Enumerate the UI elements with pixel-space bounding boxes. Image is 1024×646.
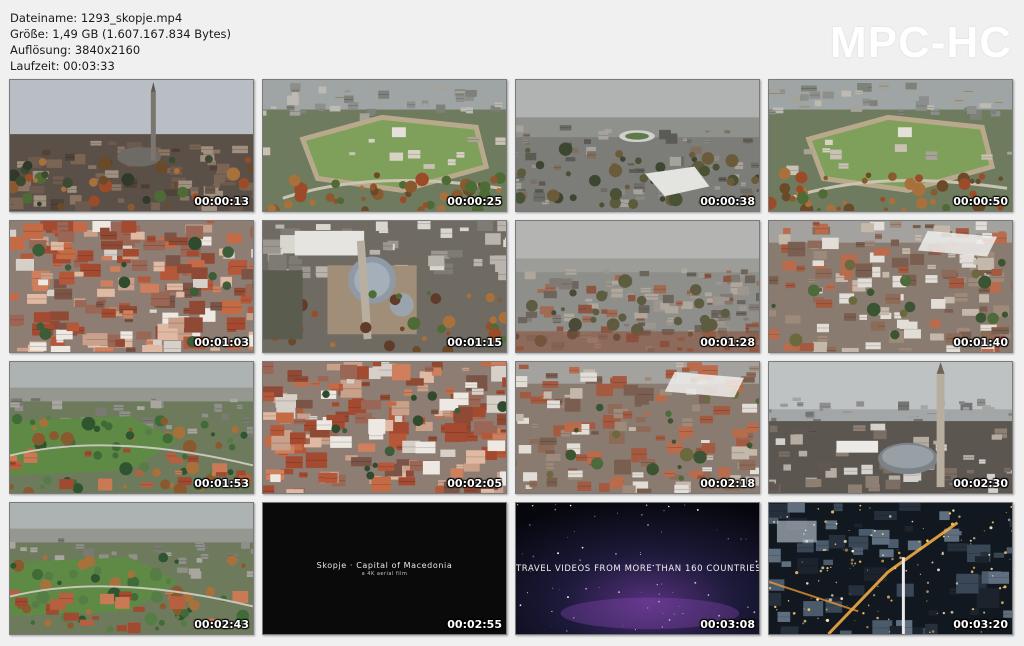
thumbnail-timestamp: 00:01:28	[700, 336, 755, 349]
thumbnail-timestamp: 00:02:05	[447, 477, 502, 490]
thumbnail-frame-image	[10, 221, 253, 352]
thumbnail-frame-image	[10, 503, 253, 634]
video-thumbnail: 00:02:43	[9, 502, 254, 635]
video-thumbnail: 00:01:28	[515, 220, 760, 353]
file-info-panel: Dateiname: 1293_skopje.mp4 Größe: 1,49 G…	[10, 10, 231, 74]
thumbnail-frame-image	[769, 503, 1012, 634]
resolution-line: Auflösung: 3840x2160	[10, 43, 141, 57]
thumbnail-timestamp: 00:00:50	[953, 195, 1008, 208]
thumbnail-grid: 00:00:13 00:00:25 00:00:38 00:00:50 00:01:03…	[9, 79, 1013, 635]
thumbnail-frame-image	[263, 80, 506, 211]
video-thumbnail: 00:00:38	[515, 79, 760, 212]
thumbnail-frame-image	[263, 221, 506, 352]
video-thumbnail: 00:00:13	[9, 79, 254, 212]
thumbnail-frame-image	[263, 362, 506, 493]
thumbnail-timestamp: 00:00:13	[194, 195, 249, 208]
video-thumbnail: Skopje · Capital of Macedonia a 4K aerial…	[262, 502, 507, 635]
thumbnail-timestamp: 00:02:30	[953, 477, 1008, 490]
video-thumbnail: 00:02:30	[768, 361, 1013, 494]
thumbnail-frame-image	[516, 221, 759, 352]
thumbnail-timestamp: 00:02:18	[700, 477, 755, 490]
outro-title-text: TRAVEL VIDEOS FROM MORE THAN 160 COUNTRI…	[516, 564, 760, 574]
filename-line: Dateiname: 1293_skopje.mp4	[10, 11, 183, 25]
video-thumbnail: 00:03:20	[768, 502, 1013, 635]
thumbnail-timestamp: 00:02:55	[447, 618, 502, 631]
duration-line: Laufzeit: 00:03:33	[10, 59, 115, 73]
thumbnail-timestamp: 00:00:25	[447, 195, 502, 208]
video-thumbnail: TRAVEL VIDEOS FROM MORE THAN 160 COUNTRI…	[515, 502, 760, 635]
thumbnail-frame-image	[10, 80, 253, 211]
video-thumbnail: 00:00:25	[262, 79, 507, 212]
intro-title-text: Skopje · Capital of Macedonia	[316, 561, 453, 570]
thumbnail-frame-image	[769, 221, 1012, 352]
video-thumbnail: 00:01:40	[768, 220, 1013, 353]
thumbnail-frame-image	[516, 362, 759, 493]
video-thumbnail: 00:01:53	[9, 361, 254, 494]
thumbnail-timestamp: 00:01:40	[953, 336, 1008, 349]
thumbnail-timestamp: 00:03:20	[953, 618, 1008, 631]
video-thumbnail: 00:02:18	[515, 361, 760, 494]
video-thumbnail: 00:02:05	[262, 361, 507, 494]
thumbnail-frame-image	[10, 362, 253, 493]
thumbnail-frame-image	[769, 80, 1012, 211]
video-thumbnail: 00:00:50	[768, 79, 1013, 212]
filesize-line: Größe: 1,49 GB (1.607.167.834 Bytes)	[10, 27, 232, 41]
thumbnail-timestamp: 00:03:08	[700, 618, 755, 631]
thumbnail-frame-image	[769, 362, 1012, 493]
thumbnail-timestamp: 00:01:53	[194, 477, 249, 490]
video-thumbnail: 00:01:15	[262, 220, 507, 353]
thumbnail-timestamp: 00:02:43	[194, 618, 249, 631]
thumbnail-timestamp: 00:01:15	[447, 336, 502, 349]
thumbnail-timestamp: 00:01:03	[194, 336, 249, 349]
thumbnail-timestamp: 00:00:38	[700, 195, 755, 208]
video-thumbnail: 00:01:03	[9, 220, 254, 353]
intro-subtitle-text: a 4K aerial film	[361, 571, 408, 577]
mpc-hc-logo: MPC-HC	[830, 18, 1012, 67]
thumbnail-frame-image	[516, 80, 759, 211]
